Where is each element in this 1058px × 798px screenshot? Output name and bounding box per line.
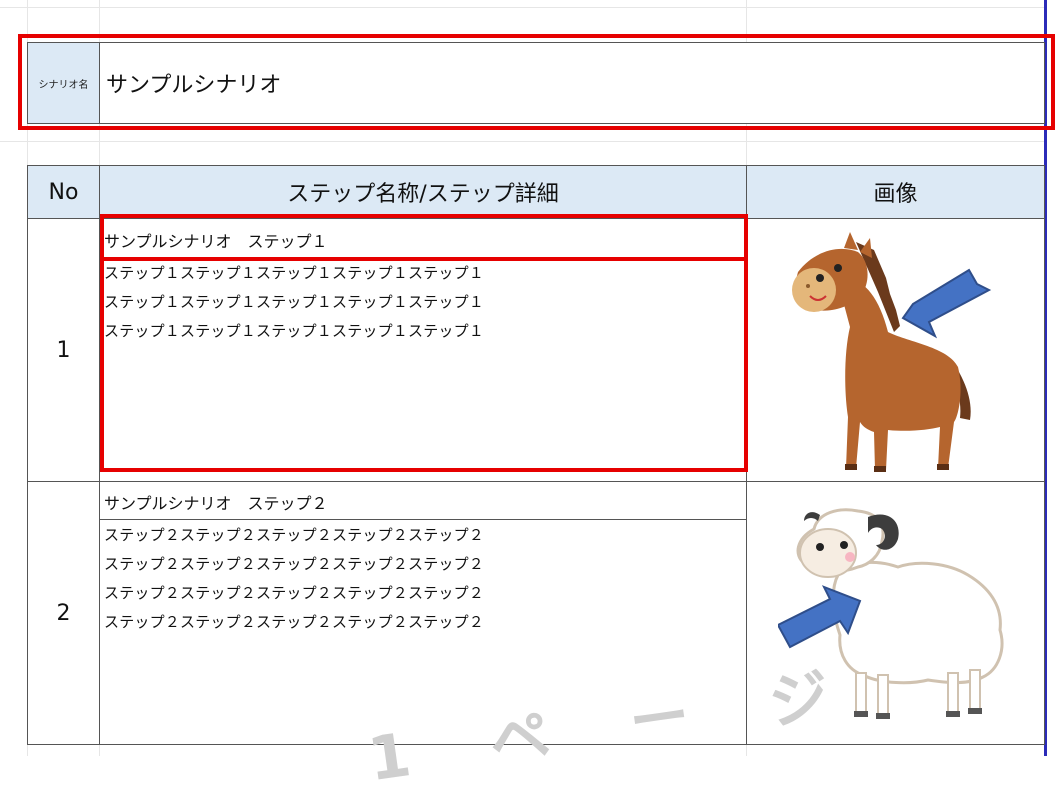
row2-detail-line: ステップ２ステップ２ステップ２ステップ２ステップ２ xyxy=(104,613,485,631)
row2-detail-line: ステップ２ステップ２ステップ２ステップ２ステップ２ xyxy=(104,526,485,544)
row2-detail-line: ステップ２ステップ２ステップ２ステップ２ステップ２ xyxy=(104,584,485,602)
row1-no[interactable]: 1 xyxy=(27,218,100,482)
header-image: 画像 xyxy=(746,165,1045,219)
horse-illustration-icon xyxy=(792,232,992,472)
row2-step-title: サンプルシナリオ ステップ２ xyxy=(104,494,328,513)
grid-line xyxy=(0,7,1044,8)
header-no: No xyxy=(27,165,100,219)
row2-title-divider xyxy=(100,519,746,520)
step-detail-highlight-box xyxy=(100,257,748,472)
step-title-highlight-box xyxy=(100,214,748,261)
row2-detail-line: ステップ２ステップ２ステップ２ステップ２ステップ２ xyxy=(104,555,485,573)
grid-line xyxy=(0,141,1044,142)
row2-no[interactable]: 2 xyxy=(27,481,100,745)
scenario-highlight-box xyxy=(18,34,1055,130)
header-step: ステップ名称/ステップ詳細 xyxy=(99,165,747,219)
